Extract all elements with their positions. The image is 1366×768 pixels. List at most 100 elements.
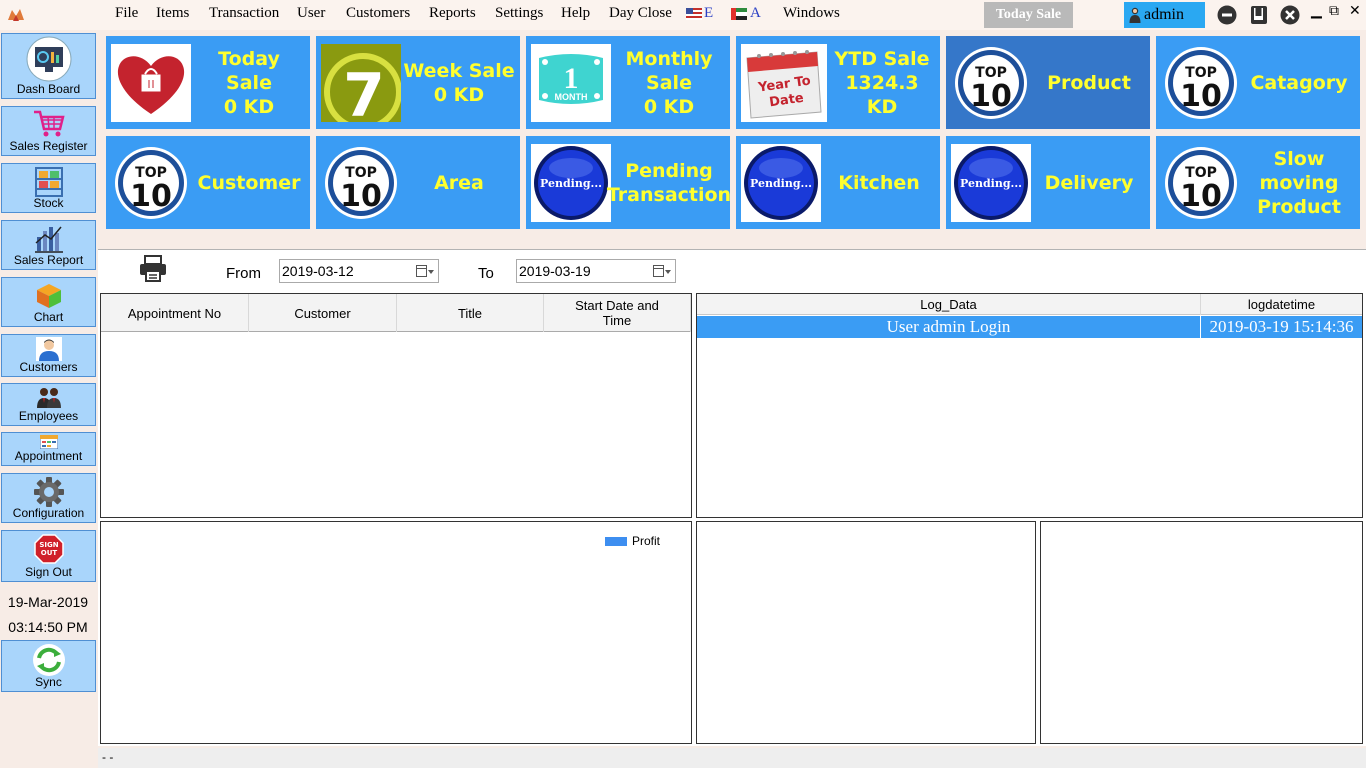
tile-top10-customer[interactable]: TOP 10 Customer: [106, 136, 310, 229]
tile-today-sale[interactable]: Today Sale 0 KD: [106, 36, 310, 129]
user-icon: [1129, 7, 1141, 23]
menu-lang-arabic[interactable]: A: [750, 5, 761, 22]
sidebar-item-stock[interactable]: Stock: [1, 163, 96, 213]
menu-transaction[interactable]: Transaction: [209, 5, 279, 22]
seven-icon: 7: [321, 44, 401, 122]
menu-items[interactable]: Items: [156, 5, 189, 22]
log-header: Log_Data logdatetime: [697, 294, 1362, 315]
column-header[interactable]: Appointment No: [101, 294, 249, 332]
tile-week-sale[interactable]: 7 Week Sale 0 KD: [316, 36, 520, 129]
column-header[interactable]: Title: [397, 294, 544, 332]
tile-text: Delivery: [1032, 136, 1146, 229]
sidebar-item-customers[interactable]: Customers: [1, 334, 96, 377]
top10-icon: TOP 10: [955, 47, 1027, 119]
table-row[interactable]: User admin Login 2019-03-19 15:14:36: [697, 316, 1362, 338]
pending-icon: Pending...: [531, 144, 611, 222]
gear-icon: [33, 477, 64, 507]
printer-icon[interactable]: [138, 255, 168, 283]
top10-icon: TOP 10: [1165, 47, 1237, 119]
tile-top10-category[interactable]: TOP 10 Catagory: [1156, 36, 1360, 129]
sidebar-item-sync[interactable]: Sync: [1, 640, 96, 692]
tile-pending-transaction[interactable]: Pending... Pending Transaction: [526, 136, 731, 229]
us-flag-icon[interactable]: [686, 8, 702, 20]
column-header[interactable]: Start Date and Time: [544, 294, 691, 332]
calendar-dropdown-icon[interactable]: [653, 265, 671, 278]
tile-title: Delivery: [1044, 171, 1134, 194]
pending-text: Pending...: [750, 177, 812, 190]
tile-delivery[interactable]: Pending... Delivery: [946, 136, 1150, 229]
tile-top10-product[interactable]: TOP 10 Product: [946, 36, 1150, 129]
sidebar-item-sales-register[interactable]: Sales Register: [1, 106, 96, 156]
tile-title: Week Sale: [403, 59, 515, 82]
tile-value: 0 KD: [433, 83, 485, 106]
window-restore-icon[interactable]: ⧉: [1329, 3, 1339, 19]
sidebar-item-appointment[interactable]: Appointment: [1, 432, 96, 466]
sidebar-item-label: Dash Board: [16, 82, 81, 96]
sidebar-item-sign-out[interactable]: SIGN OUT Sign Out: [1, 530, 96, 582]
tile-title: Customer: [197, 171, 301, 194]
menu-lang-english[interactable]: E: [704, 5, 713, 22]
bottom-panel-middle: [696, 521, 1036, 744]
pending-text: Pending...: [960, 177, 1022, 190]
bottom-panel-right: [1040, 521, 1363, 744]
minus-circle-icon[interactable]: [1217, 5, 1237, 25]
menu-user[interactable]: User: [297, 5, 325, 22]
book-icon[interactable]: [1249, 5, 1269, 25]
sidebar-item-employees[interactable]: Employees: [1, 383, 96, 426]
tile-title: Slow: [1273, 147, 1325, 170]
sidebar-item-configuration[interactable]: Configuration: [1, 473, 96, 523]
tile-top10-area[interactable]: TOP 10 Area: [316, 136, 520, 229]
tile-title-line3: Product: [1257, 195, 1341, 218]
column-header[interactable]: Customer: [249, 294, 397, 332]
menu-day-close[interactable]: Day Close: [609, 5, 672, 22]
tile-title: Pending: [625, 159, 713, 182]
sync-icon: [32, 644, 65, 676]
tile-kitchen[interactable]: Pending... Kitchen: [736, 136, 940, 229]
to-label: To: [478, 265, 494, 282]
tile-text: Area: [402, 136, 516, 229]
appointments-grid[interactable]: Appointment No Customer Title Start Date…: [100, 293, 692, 518]
to-date-picker[interactable]: 2019-03-19: [516, 259, 676, 283]
log-grid[interactable]: Log_Data logdatetime User admin Login 20…: [696, 293, 1363, 518]
pending-icon: Pending...: [741, 144, 821, 222]
today-sale-button[interactable]: Today Sale: [984, 2, 1073, 28]
tile-title: Product: [1047, 71, 1131, 94]
seven-glyph: 7: [343, 61, 385, 122]
sidebar-item-label: Sales Report: [13, 253, 84, 267]
sidebar-item-label: Sales Register: [9, 139, 88, 153]
ten-text: 10: [970, 79, 1012, 114]
tile-text: Today Sale 0 KD: [192, 36, 306, 129]
menu-file[interactable]: File: [115, 5, 138, 22]
ten-text: 10: [1180, 79, 1222, 114]
menu-customers[interactable]: Customers: [346, 5, 410, 22]
profit-chart: Profit: [100, 521, 692, 744]
tile-text: Catagory: [1242, 36, 1356, 129]
menu-windows[interactable]: Windows: [783, 5, 840, 22]
window-close-icon[interactable]: ✕: [1349, 3, 1361, 19]
close-circle-icon[interactable]: [1280, 5, 1300, 25]
log-data-cell: User admin Login: [697, 316, 1201, 338]
window-minimize-icon[interactable]: ▁: [1311, 3, 1322, 19]
menu-bar: File Items Transaction User Customers Re…: [0, 0, 1366, 30]
sidebar-item-dashboard[interactable]: Dash Board: [1, 33, 96, 99]
tile-text: Kitchen: [822, 136, 936, 229]
menu-help[interactable]: Help: [561, 5, 590, 22]
tile-monthly-sale[interactable]: 1 MONTH Monthly Sale 0 KD: [526, 36, 730, 129]
menu-reports[interactable]: Reports: [429, 5, 476, 22]
current-user[interactable]: admin: [1124, 2, 1205, 28]
calendar-dropdown-icon[interactable]: [416, 265, 434, 278]
column-header[interactable]: Log_Data: [697, 294, 1201, 315]
uae-flag-icon[interactable]: [731, 8, 747, 20]
top10-icon: TOP 10: [1165, 147, 1237, 219]
tile-text: Week Sale 0 KD: [402, 36, 516, 129]
tile-slow-moving-product[interactable]: TOP 10 Slow moving Product: [1156, 136, 1360, 229]
shelf-icon: [34, 167, 63, 197]
customer-icon: [35, 337, 62, 361]
tile-title: Monthly: [625, 47, 713, 70]
tile-ytd-sale[interactable]: Year To Date YTD Sale 1324.3 KD: [736, 36, 940, 129]
from-date-picker[interactable]: 2019-03-12: [279, 259, 439, 283]
column-header[interactable]: logdatetime: [1201, 294, 1362, 315]
sidebar-item-chart[interactable]: Chart: [1, 277, 96, 327]
menu-settings[interactable]: Settings: [495, 5, 543, 22]
sidebar-item-sales-report[interactable]: Sales Report: [1, 220, 96, 270]
